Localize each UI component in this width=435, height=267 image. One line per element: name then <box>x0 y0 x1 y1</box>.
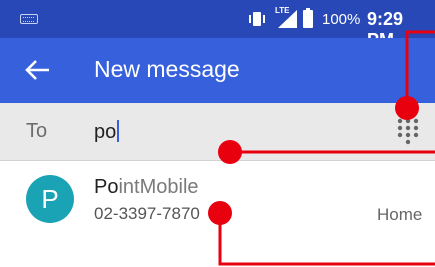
contact-name-rest: intMobile <box>118 176 199 198</box>
contact-name-match: Po <box>94 176 119 198</box>
phone-type-label: Home <box>377 205 423 224</box>
dialpad-icon[interactable] <box>396 117 420 147</box>
contact-phone-number: 02-3397-7870 <box>94 204 200 223</box>
app-bar: New message <box>0 38 435 103</box>
battery-percentage: 100% <box>322 11 361 28</box>
recipient-input[interactable]: po <box>94 120 119 144</box>
recipient-row: To po <box>0 103 435 161</box>
contact-suggestion[interactable]: P PointMobile 02-3397-7870 Home <box>0 162 435 242</box>
to-label: To <box>26 120 48 142</box>
page-title: New message <box>94 56 240 82</box>
vibrate-icon <box>249 12 265 26</box>
status-bar: LTE 100% 9:29 PM <box>0 0 435 50</box>
back-arrow-icon[interactable] <box>22 55 56 85</box>
contact-name: PointMobile <box>94 176 199 199</box>
avatar: P <box>26 175 74 223</box>
signal-icon <box>278 10 297 28</box>
battery-icon <box>303 8 313 28</box>
keyboard-icon <box>20 14 38 24</box>
